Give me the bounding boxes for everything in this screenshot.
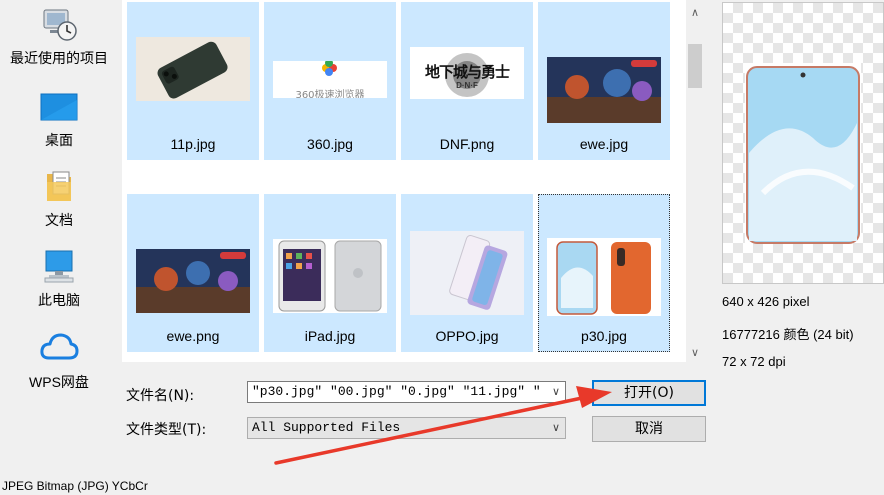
thumb-title: 地下城与勇士 — [424, 63, 510, 81]
chevron-down-icon[interactable]: ∨ — [547, 418, 565, 438]
scroll-up-icon[interactable]: ∧ — [686, 4, 704, 22]
place-label: 桌面 — [45, 132, 73, 148]
phone-image — [136, 37, 250, 101]
file-thumbnail — [547, 238, 661, 316]
ipad-image — [273, 239, 387, 313]
thumb-subtitle: D·N·F — [456, 81, 478, 90]
file-item[interactable]: ewe.jpg — [538, 2, 670, 160]
place-this-pc[interactable]: 此电脑 — [0, 246, 118, 316]
place-wps-cloud[interactable]: WPS网盘 — [0, 328, 118, 398]
file-name: ewe.png — [166, 328, 220, 344]
file-thumbnail — [136, 249, 250, 313]
cancel-button[interactable]: 取消 — [592, 416, 706, 442]
filetype-value: All Supported Files — [252, 420, 401, 435]
file-thumbnail: 地下城与勇士 D·N·F — [410, 47, 524, 99]
file-thumbnail — [273, 239, 387, 313]
file-item-focused[interactable]: p30.jpg — [538, 194, 670, 352]
preview-dimensions: 640 x 426 pixel — [722, 294, 810, 309]
place-label: 最近使用的项目 — [10, 50, 108, 66]
this-pc-icon — [44, 250, 74, 283]
chevron-down-icon[interactable]: ∨ — [547, 382, 565, 402]
preview-dpi: 72 x 72 dpi — [722, 354, 786, 369]
open-button[interactable]: 打开(O) — [592, 380, 706, 406]
wps-cloud-icon — [40, 333, 79, 360]
file-name: p30.jpg — [581, 328, 627, 344]
file-item[interactable]: 地下城与勇士 D·N·F DNF.png — [401, 2, 533, 160]
file-item[interactable]: ewe.png — [127, 194, 259, 352]
place-label: WPS网盘 — [29, 374, 89, 390]
status-bar-text: JPEG Bitmap (JPG) YCbCr — [2, 479, 148, 493]
filetype-label: 文件类型(T): — [126, 422, 207, 438]
file-item[interactable]: OPPO.jpg — [401, 194, 533, 352]
p30-phone-image — [547, 238, 661, 316]
file-item[interactable]: 11p.jpg — [127, 2, 259, 160]
file-list-scrollbar[interactable]: ∧ ∨ — [686, 0, 704, 362]
place-desktop[interactable]: 桌面 — [0, 86, 118, 156]
preview-colors: 16777216 颜色 (24 bit) — [722, 327, 854, 342]
file-name: ewe.jpg — [579, 136, 629, 152]
scroll-down-icon[interactable]: ∨ — [686, 344, 704, 362]
file-name: 11p.jpg — [170, 136, 216, 152]
recent-items-icon — [43, 9, 77, 41]
place-recent[interactable]: 最近使用的项目 — [0, 0, 118, 80]
file-name: OPPO.jpg — [435, 328, 499, 344]
file-thumbnail — [410, 231, 524, 315]
desktop-icon — [40, 93, 78, 121]
filename-input[interactable]: "p30.jpg" "00.jpg" "0.jpg" "11.jpg" " ∨ — [247, 381, 566, 403]
place-label: 文档 — [45, 212, 73, 228]
filetype-select[interactable]: All Supported Files ∨ — [247, 417, 566, 439]
game-art-image — [547, 57, 661, 123]
file-name: 360.jpg — [307, 136, 353, 152]
place-label: 此电脑 — [38, 292, 80, 308]
filename-label: 文件名(N): — [126, 388, 195, 404]
file-item[interactable]: 360极速浏览器 360.jpg — [264, 2, 396, 160]
file-item[interactable]: iPad.jpg — [264, 194, 396, 352]
filename-value: "p30.jpg" "00.jpg" "0.jpg" "11.jpg" " — [252, 384, 541, 399]
image-preview — [722, 2, 884, 284]
file-name: DNF.png — [439, 136, 495, 152]
file-thumbnail: 360极速浏览器 — [273, 61, 387, 98]
file-list[interactable]: 11p.jpg 360极速浏览器 360.jpg 地下城与勇士 D·N·F DN… — [122, 0, 686, 362]
file-thumbnail — [547, 57, 661, 123]
thumb-caption: 360极速浏览器 — [295, 90, 365, 98]
oppo-phone-image — [410, 231, 524, 315]
preview-image — [745, 63, 861, 244]
file-thumbnail — [136, 37, 250, 101]
place-documents[interactable]: 文档 — [0, 166, 118, 236]
file-name: iPad.jpg — [304, 328, 356, 344]
scrollbar-thumb[interactable] — [688, 44, 702, 88]
documents-icon — [47, 171, 71, 201]
game-art-image — [136, 249, 250, 313]
